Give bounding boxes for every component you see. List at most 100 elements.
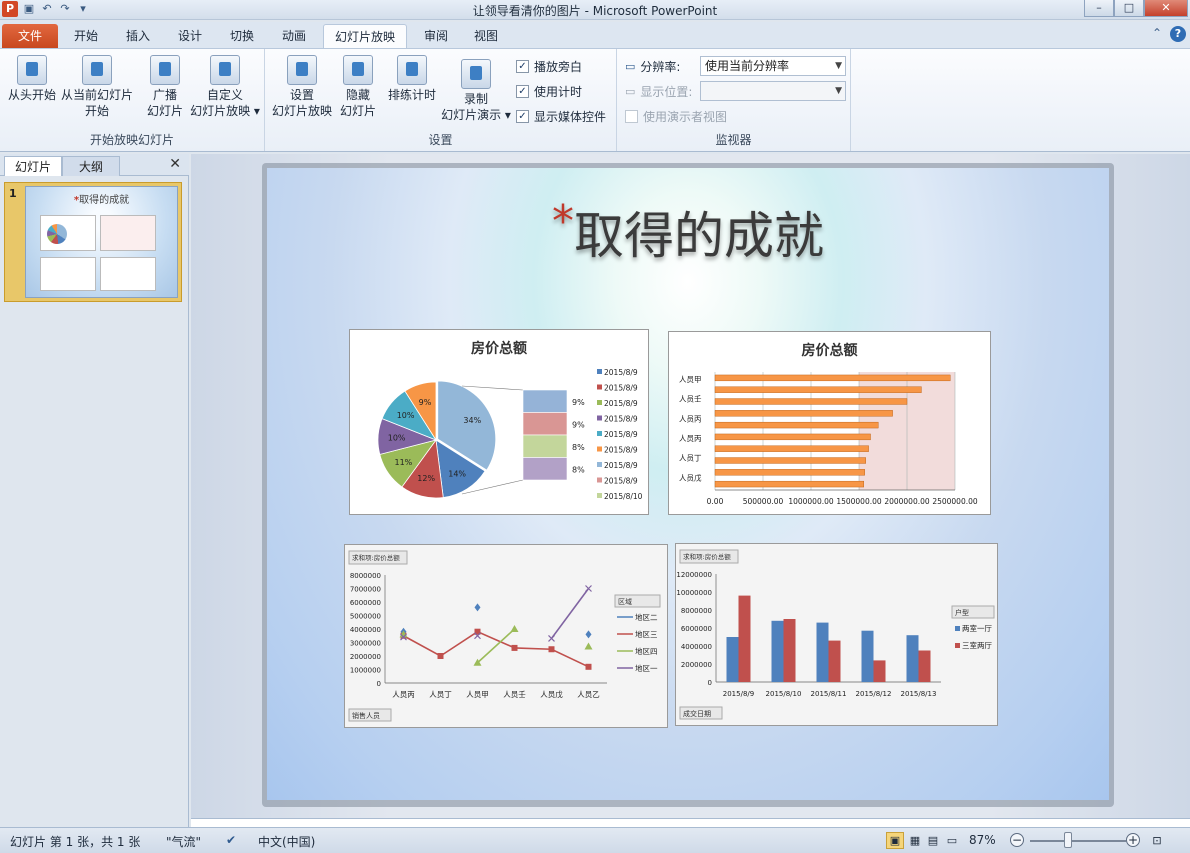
chart-line[interactable]: 求和项:房价总额 0 1000000 2000000 3000000 4000000 500… bbox=[344, 544, 668, 728]
legend-label: 2015/8/9 bbox=[604, 384, 638, 393]
legend-label: 2015/8/9 bbox=[604, 368, 638, 377]
zoom-in-button[interactable]: + bbox=[1126, 833, 1140, 847]
zoom-slider-handle[interactable] bbox=[1064, 832, 1072, 848]
play-narration-checkbox[interactable]: ✓ 播放旁白 bbox=[516, 58, 582, 75]
show-on-select[interactable]: ▼ bbox=[700, 81, 846, 101]
tab-file[interactable]: 文件 bbox=[2, 24, 58, 48]
collapse-ribbon-icon[interactable]: ⌃ bbox=[1152, 26, 1162, 42]
x-tick-label: 人员甲 bbox=[466, 690, 489, 699]
y-tick-label: 人员戊 bbox=[679, 472, 702, 482]
legend-label: 2015/8/9 bbox=[604, 446, 638, 455]
chart-column[interactable]: 求和项:房价总额 0 2000000 4000000 6000000 8000000 100… bbox=[675, 543, 998, 726]
tab-design[interactable]: 设计 bbox=[168, 24, 212, 48]
record-slideshow-button[interactable]: 录制 幻灯片演示 ▾ bbox=[439, 59, 513, 123]
checkbox-checked[interactable]: ✓ bbox=[516, 85, 529, 98]
group-label: 开始放映幻灯片 bbox=[89, 133, 174, 147]
chart-pie[interactable]: 房价总额 34% 14% 12% 11% 10% 10% 9% 9% 9% 8% 8% 2015/8/… bbox=[349, 329, 649, 515]
data-label: 8% bbox=[572, 443, 585, 452]
custom-slideshow-button[interactable]: 自定义 幻灯片放映 ▾ bbox=[188, 55, 262, 119]
group-setup: 设置 幻灯片放映 隐藏 幻灯片 排练计时 录制 幻灯片演示 ▾ ✓ 播放旁白 ✓ 使… bbox=[265, 49, 617, 151]
y-tick-label: 8000000 bbox=[681, 607, 712, 615]
reading-view-icon[interactable]: ▤ bbox=[924, 832, 942, 849]
title-bar: P ▣ ↶ ↷ ▾ 让领导看清你的图片 - Microsoft PowerPoi… bbox=[0, 0, 1190, 20]
y-tick-label: 人员丙 bbox=[679, 414, 702, 423]
tab-slideshow[interactable]: 幻灯片放映 bbox=[323, 24, 407, 48]
bar bbox=[861, 630, 874, 682]
bar bbox=[714, 445, 869, 452]
fit-to-window-icon[interactable]: ⊡ bbox=[1148, 832, 1166, 849]
hide-slide-icon bbox=[343, 55, 373, 85]
bar bbox=[783, 619, 796, 682]
data-label: 9% bbox=[572, 421, 585, 430]
close-pane-icon[interactable]: ✕ bbox=[169, 156, 181, 172]
setup-slideshow-button[interactable]: 设置 幻灯片放映 bbox=[271, 55, 333, 119]
minimize-button[interactable]: – bbox=[1084, 0, 1114, 17]
checkbox-checked[interactable]: ✓ bbox=[516, 110, 529, 123]
window-title: 让领导看清你的图片 - Microsoft PowerPoint bbox=[472, 4, 718, 18]
y-tick-label: 4000000 bbox=[681, 643, 712, 651]
slide-thumbnail[interactable]: *取得的成就 bbox=[25, 186, 178, 298]
presenter-view-checkbox[interactable]: 使用演示者视图 bbox=[625, 108, 727, 125]
tab-animations[interactable]: 动画 bbox=[272, 24, 316, 48]
close-button[interactable]: ✕ bbox=[1144, 0, 1188, 17]
help-icon[interactable]: ? bbox=[1170, 26, 1186, 42]
normal-view-icon[interactable]: ▣ bbox=[886, 832, 904, 849]
maximize-button[interactable]: □ bbox=[1114, 0, 1144, 17]
tab-home[interactable]: 开始 bbox=[64, 24, 108, 48]
hide-slide-button[interactable]: 隐藏 幻灯片 bbox=[335, 55, 381, 119]
notes-pane[interactable] bbox=[191, 818, 1190, 827]
column-chart-svg: 求和项:房价总额 0 2000000 4000000 6000000 8000000 100… bbox=[676, 549, 995, 720]
tab-slides[interactable]: 幻灯片 bbox=[4, 156, 62, 176]
tab-insert[interactable]: 插入 bbox=[116, 24, 160, 48]
slide-canvas[interactable]: *取得的成就 房价总额 34% 14% 12% 11% 10% 10% 9% 9% 9% 8% 8%… bbox=[267, 168, 1109, 800]
legend-label: 地区四 bbox=[635, 646, 658, 656]
broadcast-button[interactable]: 广播 幻灯片 bbox=[142, 55, 188, 119]
checkbox-unchecked[interactable] bbox=[625, 110, 638, 123]
tab-outline[interactable]: 大纲 bbox=[62, 156, 120, 176]
group-label: 设置 bbox=[428, 133, 453, 147]
x-tick-label: 2015/8/10 bbox=[766, 690, 802, 698]
y-tick-label: 人员丁 bbox=[679, 454, 702, 463]
series-line bbox=[550, 588, 590, 639]
monitor-icon: ▭ bbox=[625, 85, 636, 98]
zoom-out-button[interactable]: − bbox=[1010, 833, 1024, 847]
rehearse-timings-button[interactable]: 排练计时 bbox=[385, 55, 439, 103]
x-tick-label: 2500000.00 bbox=[932, 497, 978, 506]
mini-chart-column bbox=[100, 257, 156, 291]
zoom-slider[interactable] bbox=[1030, 840, 1126, 842]
slides-pane: 幻灯片 大纲 ✕ 1 *取得的成就 bbox=[0, 154, 189, 827]
legend-label: 地区二 bbox=[635, 612, 658, 622]
y-tick-label: 5000000 bbox=[350, 613, 381, 621]
language[interactable]: 中文(中国) bbox=[258, 833, 315, 850]
slide-thumbnail-selected[interactable]: 1 *取得的成就 bbox=[4, 182, 182, 302]
spellcheck-icon[interactable]: ✔ bbox=[226, 833, 236, 847]
resolution-select[interactable]: 使用当前分辨率 ▼ bbox=[700, 56, 846, 76]
x-tick-label: 人员乙 bbox=[577, 690, 600, 699]
tab-transitions[interactable]: 切换 bbox=[220, 24, 264, 48]
tab-view[interactable]: 视图 bbox=[464, 24, 508, 48]
data-label: 11% bbox=[394, 458, 412, 467]
chart-hbar[interactable]: 房价总额 0.00 500000.00 1000000.00 1500000.00 20… bbox=[668, 331, 991, 515]
data-label: 9% bbox=[572, 398, 585, 407]
show-media-controls-checkbox[interactable]: ✓ 显示媒体控件 bbox=[516, 108, 606, 125]
slide-title[interactable]: *取得的成就 bbox=[267, 196, 1109, 268]
bar bbox=[714, 480, 865, 488]
y-tick-label: 人员壬 bbox=[679, 394, 702, 404]
tab-review[interactable]: 审阅 bbox=[414, 24, 458, 48]
checkbox-checked[interactable]: ✓ bbox=[516, 60, 529, 73]
x-tick-label: 人员丁 bbox=[429, 690, 452, 699]
series-point bbox=[474, 603, 481, 612]
slide-sorter-icon[interactable]: ▦ bbox=[906, 832, 924, 849]
legend-swatch bbox=[597, 446, 602, 452]
from-current-button[interactable]: 从当前幻灯片 开始 bbox=[60, 55, 134, 119]
slideshow-view-icon[interactable]: ▭ bbox=[943, 832, 961, 849]
legend-swatch bbox=[597, 431, 602, 436]
y-tick-label: 10000000 bbox=[676, 589, 712, 597]
slide-number: 1 bbox=[9, 187, 17, 200]
zoom-level[interactable]: 87% bbox=[969, 833, 996, 847]
use-timings-checkbox[interactable]: ✓ 使用计时 bbox=[516, 83, 582, 100]
y-tick-label: 2000000 bbox=[681, 661, 712, 669]
slide-info: 幻灯片 第 1 张，共 1 张 bbox=[10, 835, 141, 849]
from-beginning-button[interactable]: 从头开始 bbox=[4, 55, 60, 103]
bar bbox=[714, 410, 893, 417]
